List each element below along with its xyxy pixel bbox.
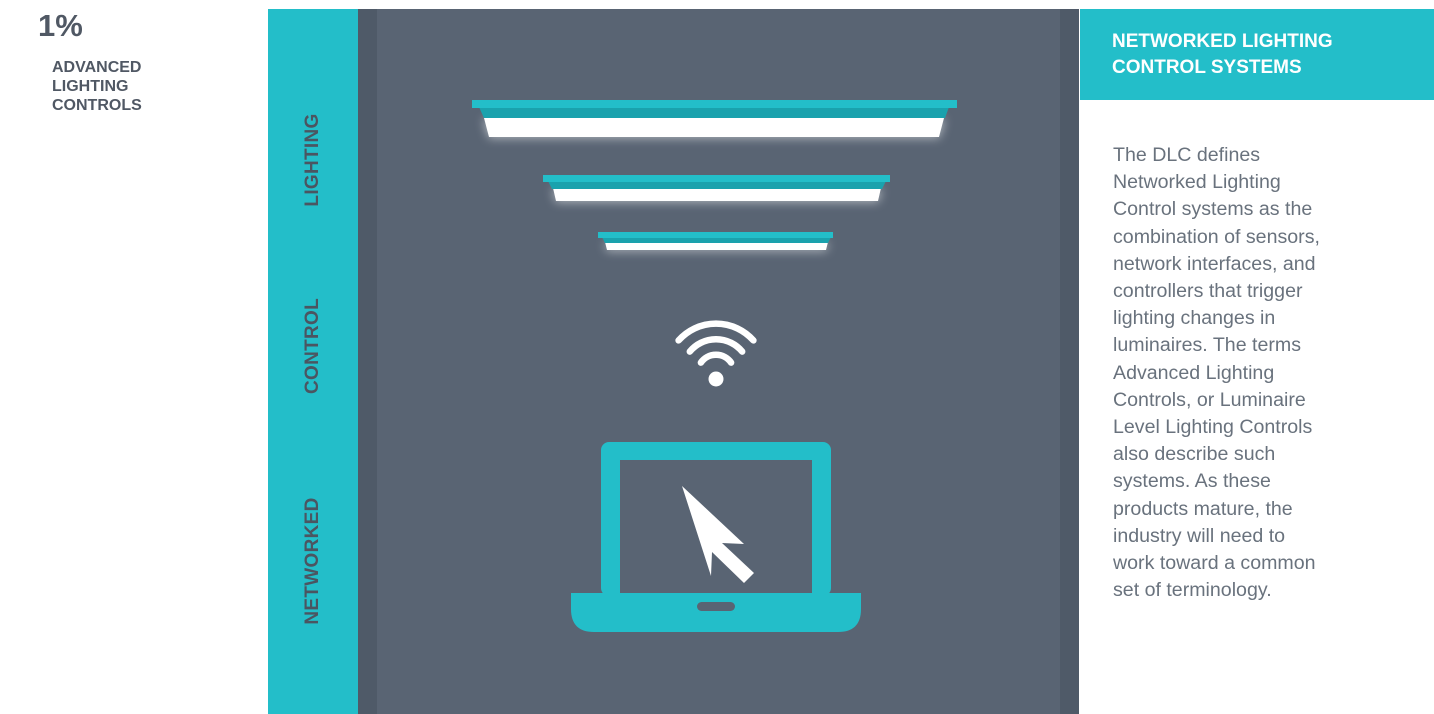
info-body-line: network interfaces, and (1113, 252, 1316, 275)
info-title-line: CONTROL SYSTEMS (1112, 57, 1302, 78)
ceiling-light-icon (543, 175, 890, 202)
info-body-line: controllers that trigger (1113, 280, 1303, 303)
info-body-line: work toward a common (1113, 552, 1316, 575)
info-body-line: Control systems as the (1113, 198, 1313, 221)
info-body-line: industry will need to (1113, 524, 1286, 547)
info-title: NETWORKED LIGHTING CONTROL SYSTEMS (1112, 29, 1412, 81)
info-body-line: Advanced Lighting (1113, 361, 1275, 384)
info-body-line: combination of sensors, (1113, 225, 1320, 248)
info-body-line: Networked Lighting (1113, 171, 1281, 194)
info-body: The DLC defines Networked Lighting Contr… (1113, 142, 1413, 604)
stat-value: 1% (38, 8, 83, 43)
info-body-line: products mature, the (1113, 497, 1293, 520)
stat-label-line: ADVANCED (52, 59, 142, 76)
illustration-panel: LIGHTING CONTROL NETWORKED (268, 9, 1079, 714)
info-body-line: The DLC defines (1113, 144, 1261, 166)
info-body-line: lighting changes in (1113, 307, 1276, 330)
info-body-line: Level Lighting Controls (1113, 416, 1313, 439)
stat-label-line: LIGHTING (52, 78, 129, 95)
stat-block: 1% ADVANCED LIGHTING CONTROLS (38, 6, 192, 115)
illustration (472, 100, 957, 632)
ceiling-light-icon (472, 100, 957, 138)
wifi-icon (675, 320, 757, 387)
info-body-line: luminaires. The terms (1113, 334, 1302, 357)
ceiling-light-icon (598, 232, 833, 251)
info-body-line: also describe such (1113, 443, 1276, 466)
info-header: NETWORKED LIGHTING CONTROL SYSTEMS (1080, 9, 1434, 100)
stat-label: ADVANCED LIGHTING CONTROLS (52, 58, 192, 115)
info-body-line: set of terminology. (1113, 579, 1272, 602)
info-title-line: NETWORKED LIGHTING (1112, 31, 1333, 52)
stat-label-line: CONTROLS (52, 97, 142, 114)
info-body-line: systems. As these (1113, 470, 1271, 493)
info-body-line: Controls, or Luminaire (1113, 388, 1306, 411)
